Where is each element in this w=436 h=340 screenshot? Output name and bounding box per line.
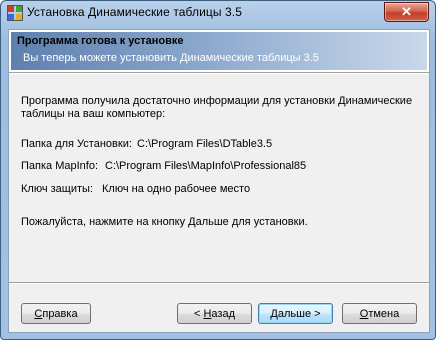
next-button[interactable]: Дальше > (258, 303, 333, 324)
wizard-client-area: Программа готова к установке Вы теперь м… (8, 29, 430, 333)
license-key-label: Ключ защиты: (21, 183, 93, 195)
help-button[interactable]: Справка (21, 303, 91, 324)
close-icon: ✕ (401, 4, 412, 19)
back-button[interactable]: < Назад (177, 303, 252, 324)
help-label: правка (42, 308, 78, 320)
installer-app-icon (7, 5, 23, 21)
cancel-button[interactable]: Отмена (342, 303, 417, 324)
footer-divider (9, 282, 429, 284)
close-button[interactable]: ✕ (384, 2, 429, 22)
header-subtitle: Вы теперь можете установить Динамические… (23, 52, 319, 64)
header-divider (9, 72, 429, 74)
license-key-value: Ключ на одно рабочее место (102, 183, 251, 195)
cancel-label: тмена (368, 308, 400, 320)
mapinfo-folder-label: Папка MapInfo: (21, 160, 99, 172)
intro-text: Программа получила достаточно информации… (21, 95, 413, 120)
wizard-header-banner: Программа готова к установке Вы теперь м… (11, 32, 427, 70)
back-label: азад (211, 308, 235, 320)
window-title: Установка Динамические таблицы 3.5 (27, 5, 243, 19)
wizard-header: Программа готова к установке Вы теперь м… (9, 30, 429, 72)
instruction-text: Пожалуйста, нажмите на кнопку Дальше для… (21, 216, 308, 228)
install-folder-value: C:\Program Files\DTable3.5 (137, 138, 273, 150)
title-bar[interactable]: Установка Динамические таблицы 3.5 ✕ (1, 1, 435, 25)
next-label: альше > (277, 308, 321, 320)
header-title: Программа готова к установке (17, 35, 184, 47)
installer-window: Установка Динамические таблицы 3.5 ✕ Про… (0, 0, 436, 340)
mapinfo-folder-value: C:\Program Files\MapInfo\Professional85 (105, 160, 307, 172)
next-accel: Д (270, 308, 278, 320)
install-folder-label: Папка для Установки: (21, 138, 132, 150)
